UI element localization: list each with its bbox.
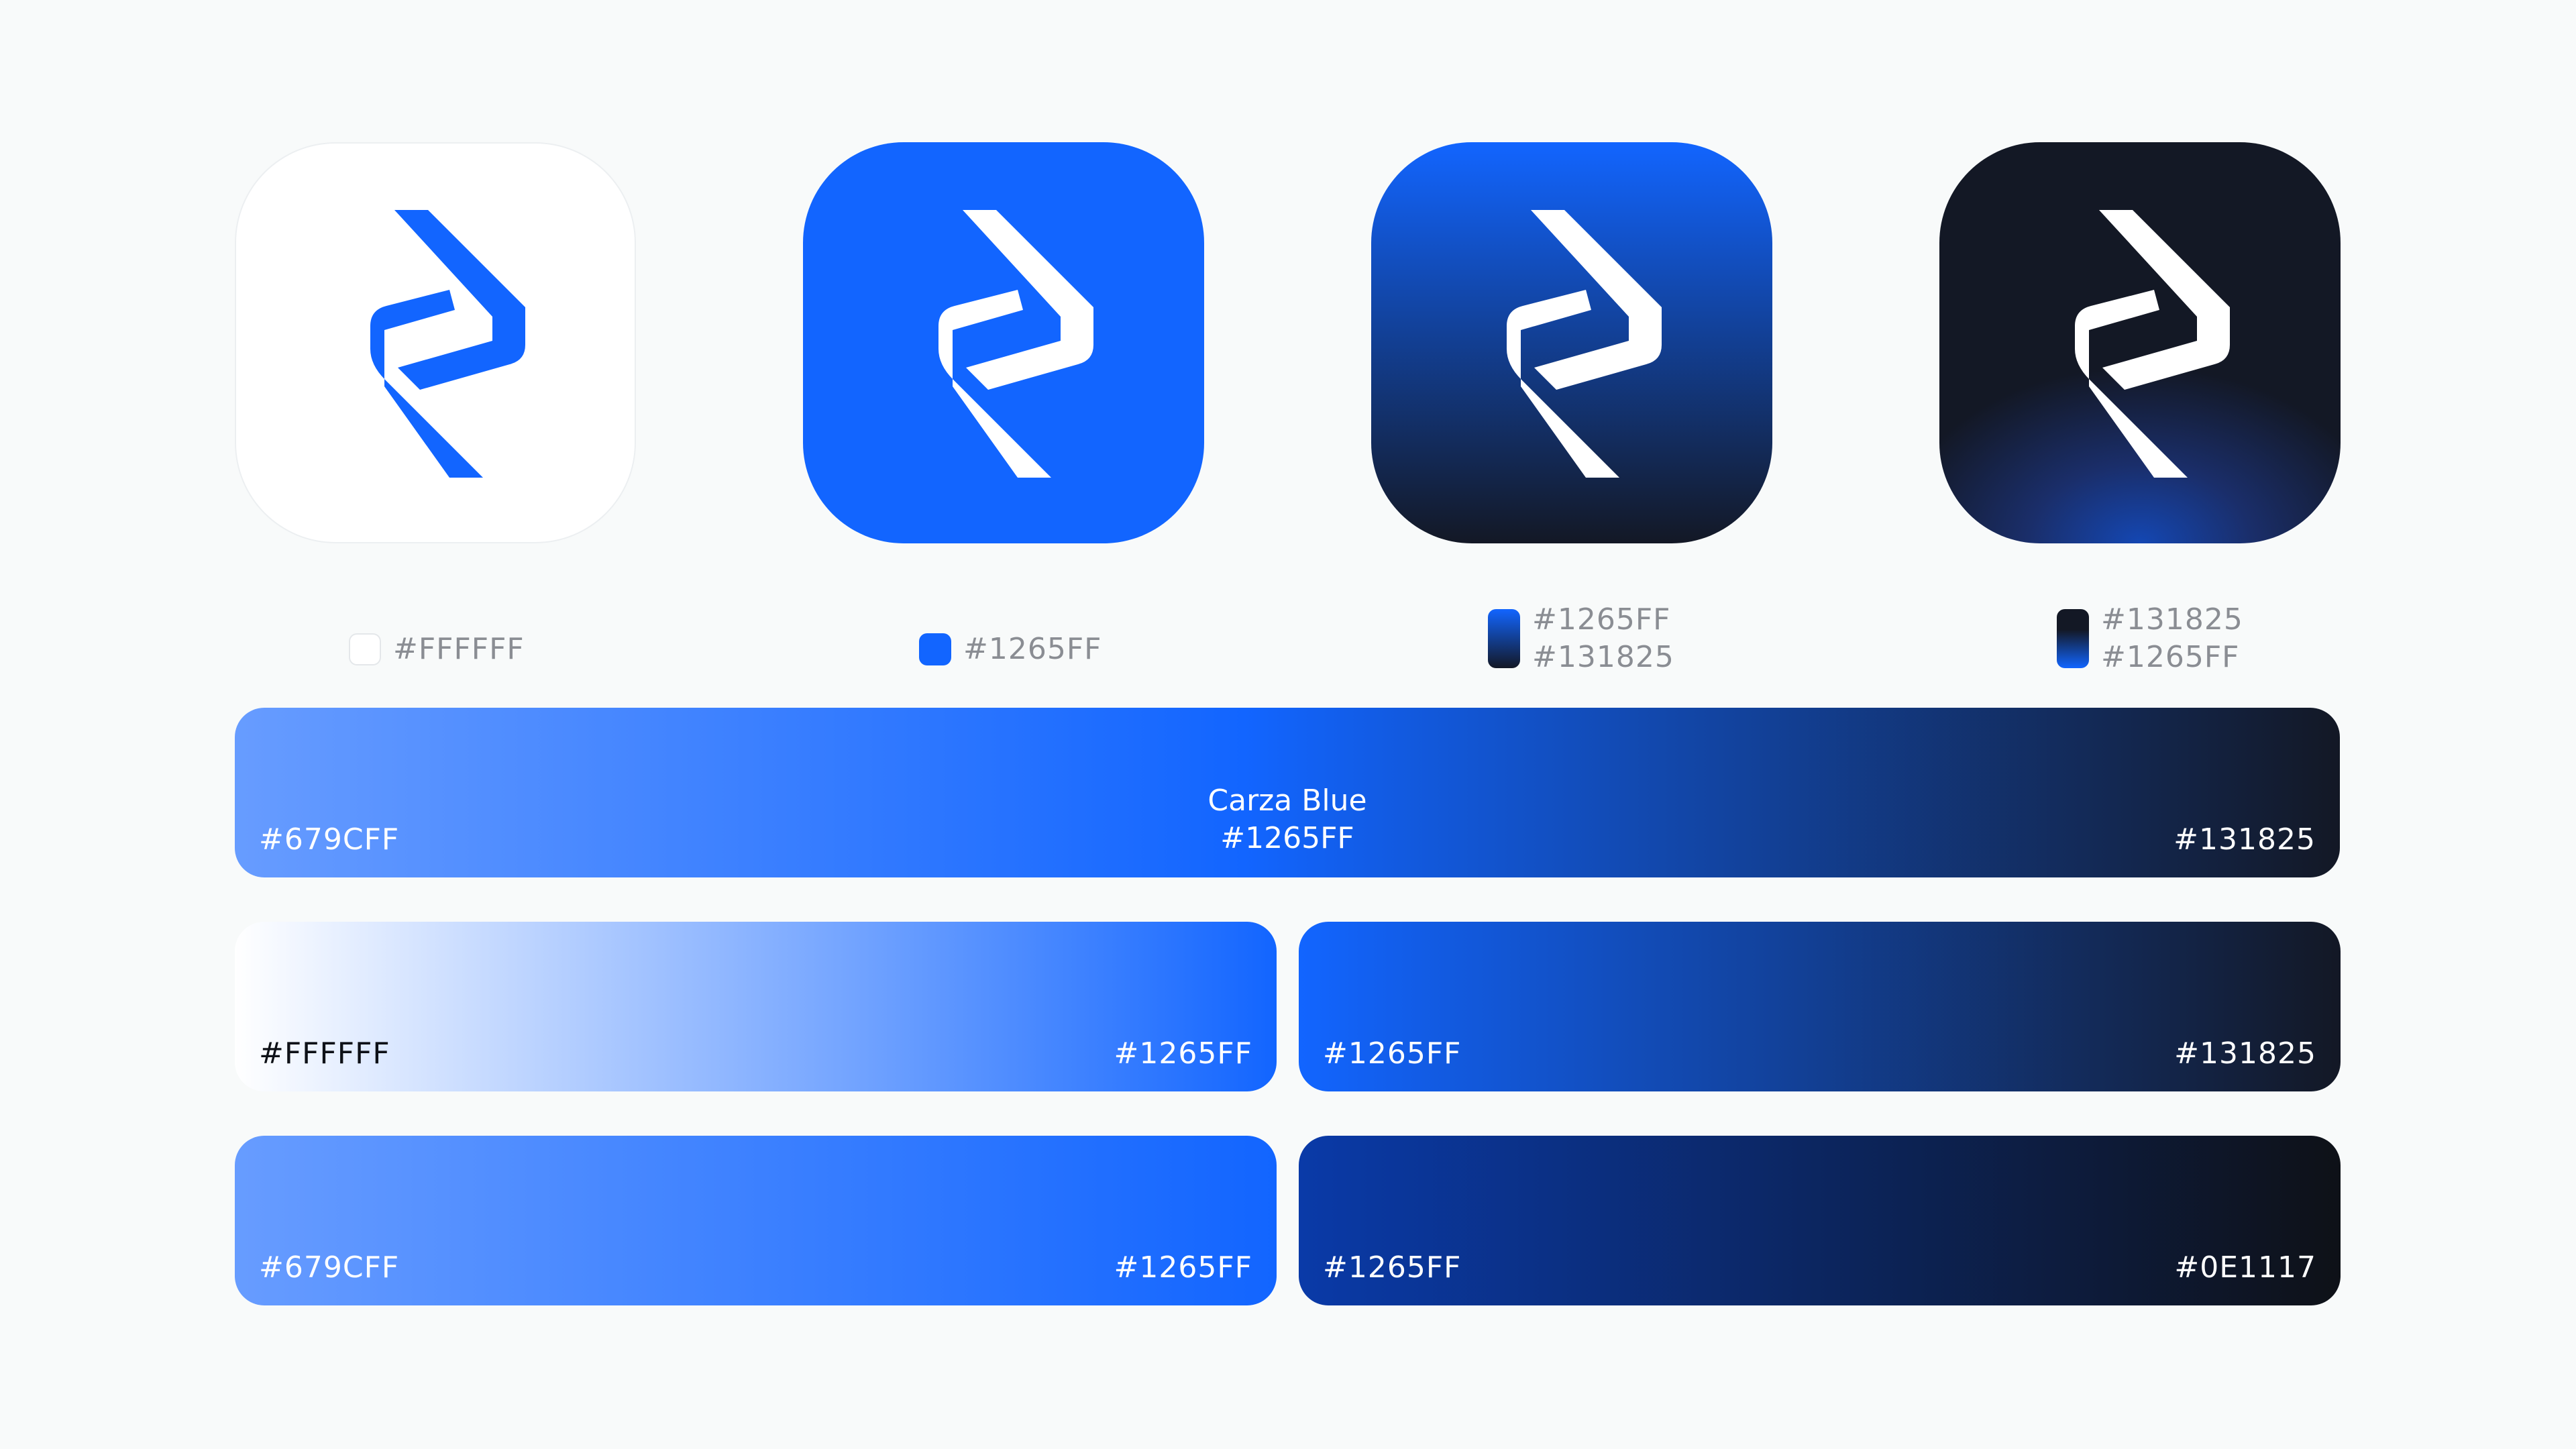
hex-code: #131825 [1532,640,1674,674]
swatch-chip [2057,609,2089,668]
swatch-chip [349,633,381,665]
gradient-end-code: #131825 [2174,1036,2316,1071]
hex-code: #131825 [2101,602,2243,637]
hex-code: #1265FF [963,632,1102,666]
gradient-start-code: #1265FF [1323,1250,1462,1285]
color-legend-blue: #1265FF [919,631,1102,668]
gradient-bar-blue-dark: #1265FF #131825 [1299,922,2341,1091]
gradient-center-label: Carza Blue #1265FF [235,782,2340,857]
color-legend-dark: #131825 #1265FF [2057,601,2243,676]
app-icon-white [235,142,636,543]
logo-mark-white-icon [2075,210,2230,478]
gradient-start-code: #1265FF [1323,1036,1462,1071]
hex-code: #1265FF [1532,602,1671,637]
color-legend-white: #FFFFFF [349,631,525,668]
app-icon-blue [803,142,1204,543]
hex-code: #FFFFFF [393,632,525,666]
color-code: #1265FF [1220,821,1354,855]
gradient-end-code: #131825 [2174,822,2316,857]
gradient-end-code: #0E1117 [2174,1250,2316,1285]
gradient-end-code: #1265FF [1114,1250,1252,1285]
gradient-bar-deep-blue-black: #1265FF #0E1117 [1299,1136,2341,1305]
gradient-bar-white-blue: #FFFFFF #1265FF [235,922,1277,1091]
gradient-bar-light-blue: #679CFF #1265FF [235,1136,1277,1305]
swatch-chip [1488,609,1520,668]
logo-mark-white-icon [938,210,1093,478]
app-icon-blue-gradient [1371,142,1772,543]
gradient-start-code: #679CFF [259,1250,400,1285]
hex-code: #1265FF [2101,640,2240,674]
color-legend-blue-gradient: #1265FF #131825 [1488,601,1674,676]
app-icon-dark [1939,142,2341,543]
gradient-start-code: #FFFFFF [259,1036,390,1071]
logo-mark-white-icon [1507,210,1662,478]
swatch-chip [919,633,951,665]
logo-mark-blue-icon [370,210,525,478]
color-name: Carza Blue [1208,784,1367,818]
gradient-end-code: #1265FF [1114,1036,1252,1071]
gradient-bar-primary: #679CFF Carza Blue #1265FF #131825 [235,708,2340,877]
